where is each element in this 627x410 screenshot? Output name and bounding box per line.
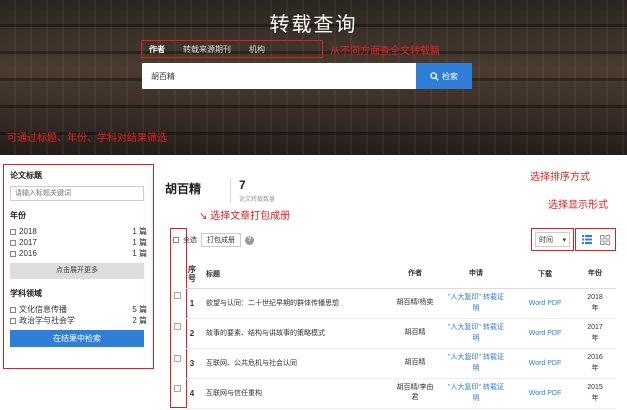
table-row: 1 欲望与认同：二十世纪早期的群体传播思想 胡百精/杨奕 "人大复印" 转载证明… [186, 288, 616, 319]
annotation-select-column [170, 228, 187, 408]
checkbox[interactable] [10, 306, 16, 313]
apply-certificate-link[interactable]: "人大复印" 转载证明 [436, 348, 516, 379]
select-all-checkbox[interactable] [173, 237, 179, 243]
view-toggle [575, 228, 616, 251]
pack-button[interactable]: 打包成册 [201, 233, 241, 247]
title-filter-label: 论文标题 [10, 171, 42, 180]
download-links[interactable]: Word PDF [516, 288, 574, 319]
annotation-pack: ↘ 选择文章打包成册 [199, 211, 291, 222]
table-row: 4 互联网与信任重构 胡百精/李由君 "人大复印" 转载证明 Word PDF … [186, 378, 616, 409]
table-row: 2 故事的要素、结构与讲故事的策略模式 胡百精 "人大复印" 转载证明 Word… [186, 318, 616, 349]
chevron-down-icon: ▾ [562, 236, 566, 244]
search-type-tabs: 作者 转载来源期刊 机构 [141, 40, 323, 58]
row-checkbox[interactable] [174, 323, 181, 330]
tab-institution[interactable]: 机构 [240, 44, 274, 55]
hero-banner: 转载查询 作者 转载来源期刊 机构 从不同方面查全文转载篇 检索 可通过标题、年… [0, 0, 627, 155]
table-row: 3 互联网、公共危机与社会认同 胡百精 "人大复印" 转载证明 Word PDF… [186, 348, 616, 379]
annotation-sort-box: 时间 ▾ [531, 228, 574, 251]
apply-certificate-link[interactable]: "人大复印" 转载证明 [436, 378, 516, 409]
results-table: 序号 标题 作者 申请 下载 年份 1 欲望与认同：二十世纪早期的群体传播思想 … [186, 260, 616, 409]
download-links[interactable]: Word PDF [516, 378, 574, 409]
year-option[interactable]: 2017 1 篇 [10, 237, 147, 248]
subject-filter-label: 学科领域 [10, 289, 42, 298]
checkbox[interactable] [10, 317, 16, 324]
search-button-label: 检索 [442, 71, 458, 81]
year-option[interactable]: 2018 1 篇 [10, 226, 147, 237]
checkbox[interactable] [10, 228, 16, 235]
col-apply: 申请 [436, 260, 516, 289]
tab-author[interactable]: 作者 [142, 44, 174, 55]
article-title-link[interactable]: 故事的要素、结构与讲故事的策略模式 [198, 318, 394, 349]
expand-more-button[interactable]: 点击展开更多 [10, 263, 144, 279]
grid-view-button[interactable] [598, 233, 611, 246]
year-filter-label: 年份 [10, 211, 26, 220]
subject-option[interactable]: 政治学与社会学 2 篇 [10, 315, 147, 326]
annotation-tabs: 从不同方面查全文转载篇 [330, 46, 440, 57]
download-links[interactable]: Word PDF [516, 318, 574, 349]
page-title: 转载查询 [269, 14, 358, 36]
checkbox[interactable] [10, 250, 16, 257]
search-input[interactable] [142, 63, 416, 89]
filter-sidebar: 论文标题 年份 20181 篇 20171 篇 20161 篇 点击展开更多 学… [3, 164, 154, 369]
result-toolbar: 全选 打包成册 ? [171, 233, 254, 247]
result-count-box: 7 论文转载数量 [230, 178, 275, 203]
list-icon [581, 235, 592, 244]
tab-source-journal[interactable]: 转载来源期刊 [174, 44, 240, 55]
annotation-filter: 可通过标题、年份、学科对结果筛选 [7, 133, 167, 144]
annotation-sort: 选择排序方式 [530, 172, 590, 183]
help-icon[interactable]: ? [245, 235, 254, 245]
table-header: 序号 标题 作者 申请 下载 年份 [186, 260, 616, 289]
list-view-button[interactable] [580, 233, 593, 246]
sort-select[interactable]: 时间 ▾ [535, 232, 570, 247]
checkbox[interactable] [10, 239, 16, 246]
apply-certificate-link[interactable]: "人大复印" 转载证明 [436, 318, 516, 349]
apply-certificate-link[interactable]: "人大复印" 转载证明 [436, 288, 516, 319]
result-query: 胡百精 [165, 182, 202, 196]
col-no: 序号 [186, 260, 198, 289]
article-title-link[interactable]: 互联网、公共危机与社会认同 [198, 348, 394, 379]
search-icon [430, 71, 439, 81]
row-checkbox[interactable] [174, 385, 181, 392]
result-count-label: 论文转载数量 [239, 197, 276, 203]
col-author: 作者 [394, 260, 436, 289]
result-count: 7 [239, 178, 246, 192]
title-keyword-input[interactable] [10, 186, 144, 201]
row-checkbox[interactable] [174, 355, 181, 362]
subject-option[interactable]: 文化信息传播 5 篇 [10, 304, 147, 315]
article-title-link[interactable]: 互联网与信任重构 [198, 378, 394, 409]
annotation-view: 选择显示形式 [548, 200, 608, 211]
article-title-link[interactable]: 欲望与认同：二十世纪早期的群体传播思想 [198, 288, 394, 319]
col-download: 下载 [516, 260, 574, 289]
year-option[interactable]: 2016 1 篇 [10, 248, 147, 259]
col-title: 标题 [198, 260, 394, 289]
download-links[interactable]: Word PDF [516, 348, 574, 379]
col-year: 年份 [574, 260, 616, 289]
search-in-results-button[interactable]: 在结果中检索 [10, 330, 144, 347]
search-button[interactable]: 检索 [416, 63, 472, 89]
select-all-label[interactable]: 全选 [183, 235, 197, 245]
search-bar: 检索 [142, 63, 472, 89]
row-checkbox[interactable] [174, 292, 181, 299]
grid-icon [599, 234, 610, 245]
